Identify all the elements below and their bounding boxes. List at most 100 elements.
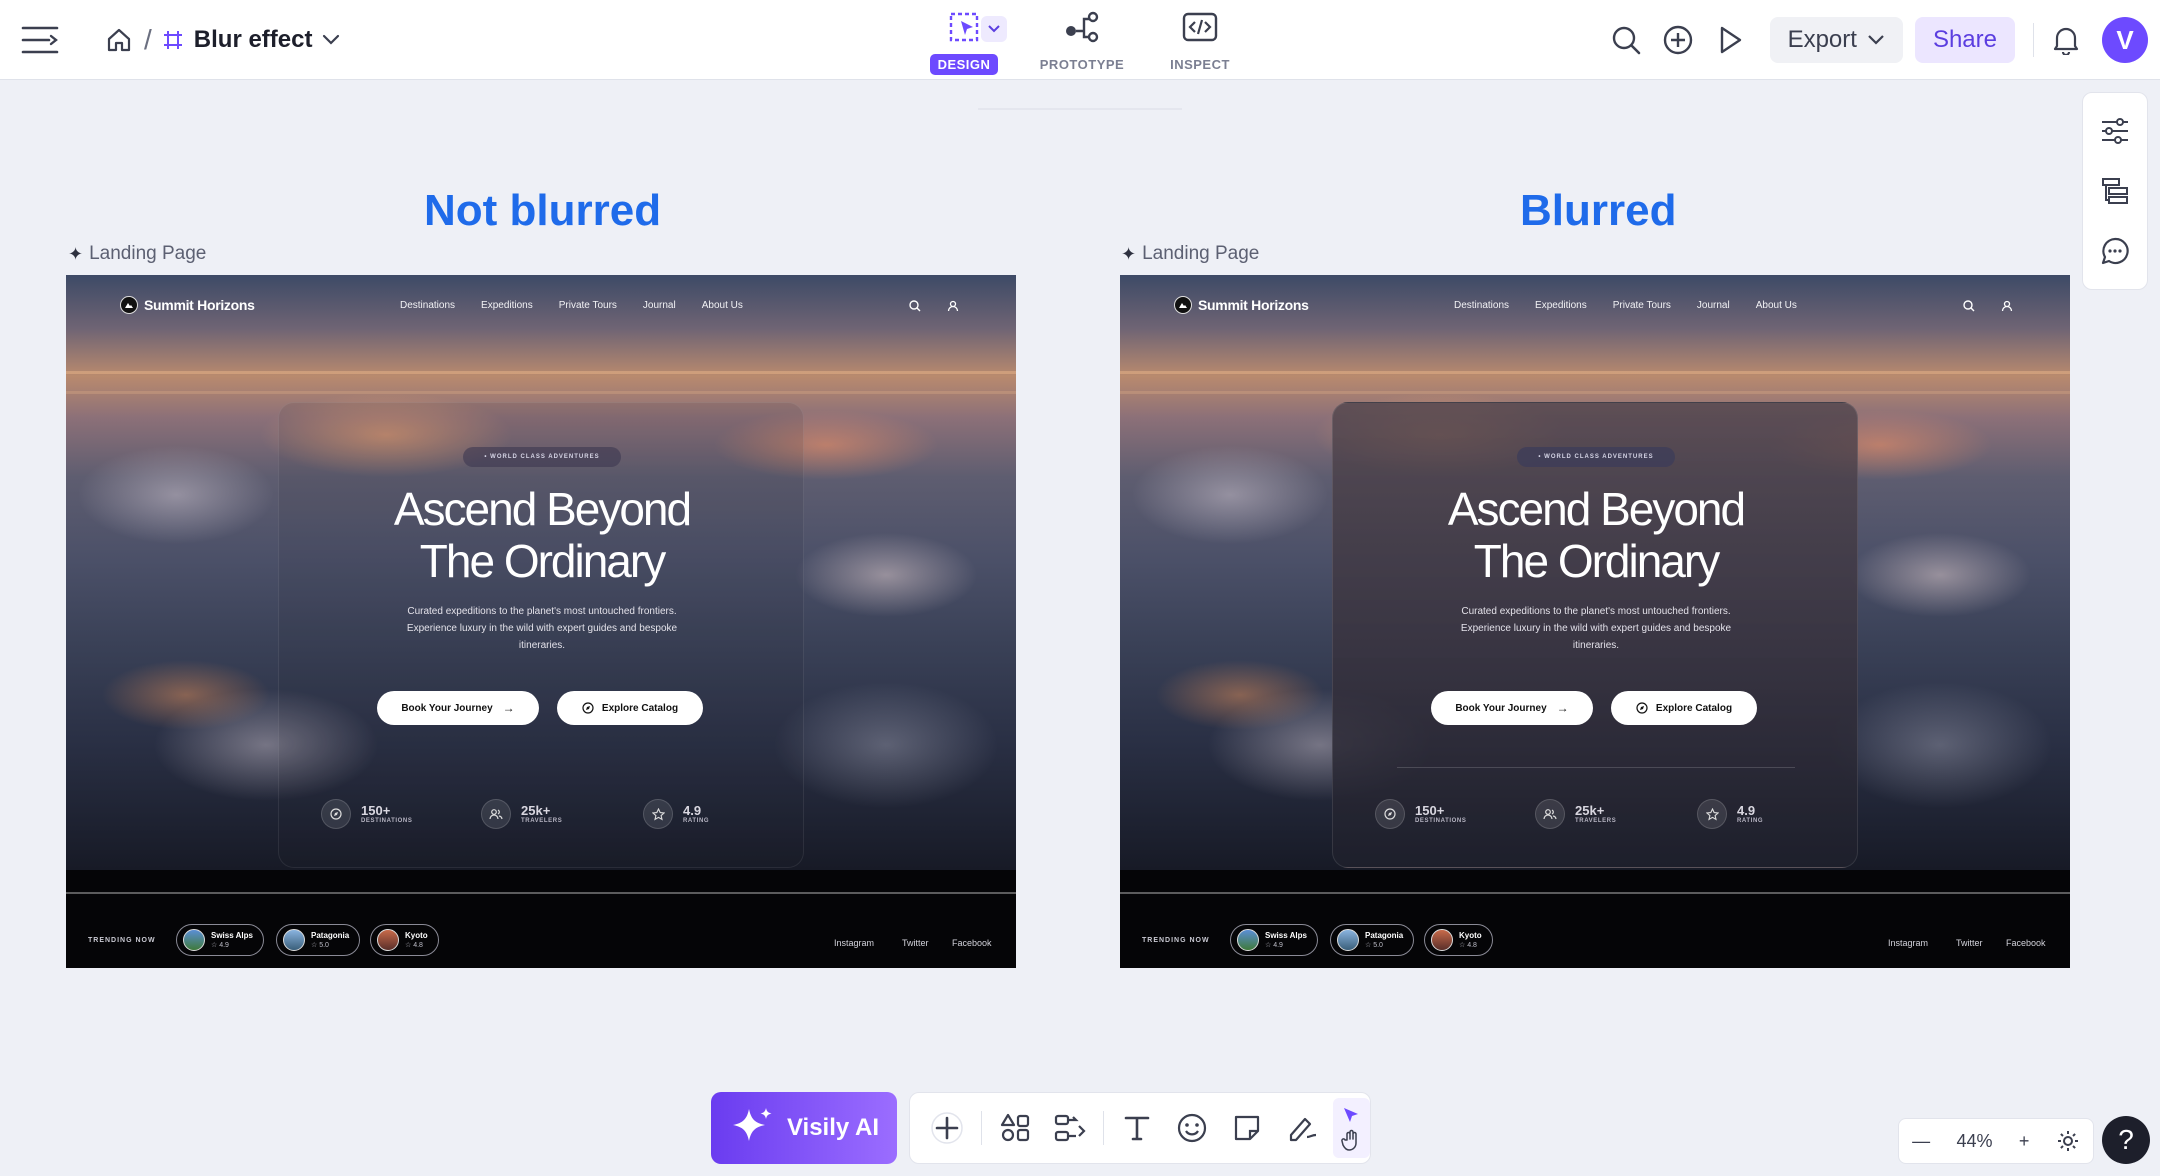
settings-icon[interactable] [2056, 1129, 2080, 1153]
social-link-facebook[interactable]: Facebook [952, 938, 992, 948]
layers-icon[interactable] [2093, 169, 2137, 213]
social-link-instagram[interactable]: Instagram [1888, 938, 1928, 948]
trending-pill-kyoto[interactable]: Kyoto ☆ 4.8 [1424, 924, 1493, 956]
social-link-twitter[interactable]: Twitter [902, 938, 929, 948]
nav-link-destinations[interactable]: Destinations [400, 300, 455, 311]
frame-label[interactable]: ✦ Landing Page [68, 243, 206, 265]
site-nav-icons [906, 297, 982, 315]
export-button[interactable]: Export [1769, 17, 1903, 63]
trending-label: TRENDING NOW [1142, 937, 1210, 944]
trending-pill-swiss-alps[interactable]: Swiss Alps ☆ 4.9 [1230, 924, 1318, 956]
bell-icon[interactable] [2046, 16, 2086, 64]
hero-title-line: The Ordinary [419, 535, 666, 587]
brand-name: Summit Horizons [144, 297, 255, 313]
site-footer: TRENDING NOW Swiss Alps ☆ 4.9 Patagonia ☆ … [1120, 870, 2070, 968]
nav-link-private-tours[interactable]: Private Tours [1613, 300, 1671, 311]
text-icon[interactable] [1110, 1100, 1165, 1156]
social-link-facebook[interactable]: Facebook [2006, 938, 2046, 948]
stat-rating: 4.9 RATING [643, 799, 709, 829]
stat-rating: 4.9 RATING [1697, 799, 1763, 829]
tab-prototype-label: PROTOTYPE [1039, 57, 1125, 72]
pointer-tool-group[interactable] [1332, 1098, 1371, 1158]
emoji-icon[interactable] [1165, 1100, 1220, 1156]
file-title[interactable]: Blur effect [194, 26, 313, 54]
shapes-icon[interactable] [988, 1100, 1043, 1156]
users-icon [481, 799, 511, 829]
trending-pill-swiss-alps[interactable]: Swiss Alps ☆ 4.9 [176, 924, 264, 956]
nav-link-about[interactable]: About Us [1756, 300, 1797, 311]
visily-ai-button[interactable]: Visily AI [711, 1092, 897, 1164]
plus-icon[interactable] [920, 1100, 975, 1156]
add-circle-icon[interactable] [1652, 16, 1704, 64]
social-link-instagram[interactable]: Instagram [834, 938, 874, 948]
book-journey-button[interactable]: Book Your Journey → [1431, 691, 1593, 725]
arrow-right-icon: → [502, 701, 515, 715]
stat-label: RATING [683, 818, 710, 824]
nav-link-expeditions[interactable]: Expeditions [481, 300, 533, 311]
design-dropdown[interactable] [981, 16, 1007, 42]
tab-design-label: DESIGN [929, 54, 999, 75]
explore-catalog-button[interactable]: Explore Catalog [557, 691, 703, 725]
explore-catalog-button[interactable]: Explore Catalog [1611, 691, 1757, 725]
sticky-note-icon[interactable] [1219, 1100, 1274, 1156]
components-icon[interactable] [1042, 1100, 1097, 1156]
hero-description: Curated expeditions to the planet's most… [406, 606, 678, 651]
zoom-level[interactable]: 44% [1957, 1131, 1993, 1152]
sliders-icon[interactable] [2093, 109, 2137, 153]
tab-design[interactable]: DESIGN [905, 8, 1023, 75]
design-icon [945, 8, 983, 46]
cursor-icon[interactable] [1341, 1105, 1361, 1125]
share-button[interactable]: Share [1914, 17, 2015, 63]
tab-inspect[interactable]: INSPECT [1141, 8, 1259, 75]
user-icon[interactable] [1998, 297, 2016, 315]
explore-catalog-label: Explore Catalog [601, 702, 679, 714]
nav-link-journal[interactable]: Journal [643, 300, 676, 311]
zoom-control: — 44% + [1898, 1118, 2094, 1164]
trending-pill-patagonia[interactable]: Patagonia ☆ 5.0 [276, 924, 361, 956]
mountain-icon [120, 296, 138, 314]
landing-page-frame-not-blurred[interactable]: Summit Horizons Destinations Expeditions… [66, 275, 1016, 968]
stat-label: RATING [1737, 818, 1764, 824]
play-icon[interactable] [1704, 16, 1756, 64]
site-footer: TRENDING NOW Swiss Alps ☆ 4.9 Patagonia ☆ … [66, 870, 1016, 968]
trending-pill-patagonia[interactable]: Patagonia ☆ 5.0 [1330, 924, 1415, 956]
top-bar-left: / Blur effect [20, 18, 344, 62]
nav-link-expeditions[interactable]: Expeditions [1535, 300, 1587, 311]
search-icon[interactable] [1960, 297, 1978, 315]
trending-pill-kyoto[interactable]: Kyoto ☆ 4.8 [370, 924, 439, 956]
book-journey-button[interactable]: Book Your Journey → [377, 691, 539, 725]
nav-link-journal[interactable]: Journal [1697, 300, 1730, 311]
nav-link-private-tours[interactable]: Private Tours [559, 300, 617, 311]
stat-value: 25k+ [521, 803, 551, 818]
site-logo[interactable]: Summit Horizons [1174, 296, 1309, 314]
help-button[interactable]: ? [2102, 1116, 2150, 1164]
zoom-in-button[interactable]: + [2019, 1131, 2030, 1152]
frame-label[interactable]: ✦ Landing Page [1121, 243, 1259, 265]
footer-divider [66, 892, 1016, 894]
search-icon[interactable] [906, 297, 924, 315]
pill-rating: ☆ 4.8 [1459, 941, 1477, 949]
stat-destinations: 150+ DESTINATIONS [321, 799, 412, 829]
nav-link-destinations[interactable]: Destinations [1454, 300, 1509, 311]
nav-link-about[interactable]: About Us [702, 300, 743, 311]
menu-icon[interactable] [20, 20, 60, 60]
search-icon[interactable] [1600, 16, 1652, 64]
avatar[interactable]: V [2102, 17, 2148, 63]
compass-icon [321, 799, 351, 829]
landing-page-frame-blurred[interactable]: Summit Horizons Destinations Expeditions… [1120, 275, 2070, 968]
user-icon[interactable] [944, 297, 962, 315]
pen-icon[interactable] [1274, 1100, 1329, 1156]
hand-icon[interactable] [1341, 1129, 1361, 1151]
comment-icon[interactable] [2093, 229, 2137, 273]
sparkle-icon [732, 1108, 772, 1141]
zoom-out-button[interactable]: — [1912, 1131, 1930, 1152]
destination-thumbnail [283, 929, 305, 951]
site-logo[interactable]: Summit Horizons [120, 296, 255, 314]
tab-prototype[interactable]: PROTOTYPE [1023, 8, 1141, 75]
social-link-twitter[interactable]: Twitter [1956, 938, 1983, 948]
section-title-blurred: Blurred [1520, 186, 1677, 235]
stat-travelers: 25k+ TRAVELERS [1535, 799, 1616, 829]
chevron-down-icon[interactable] [318, 27, 344, 53]
home-icon[interactable] [104, 25, 134, 55]
frame-label-text: Landing Page [1142, 243, 1260, 264]
